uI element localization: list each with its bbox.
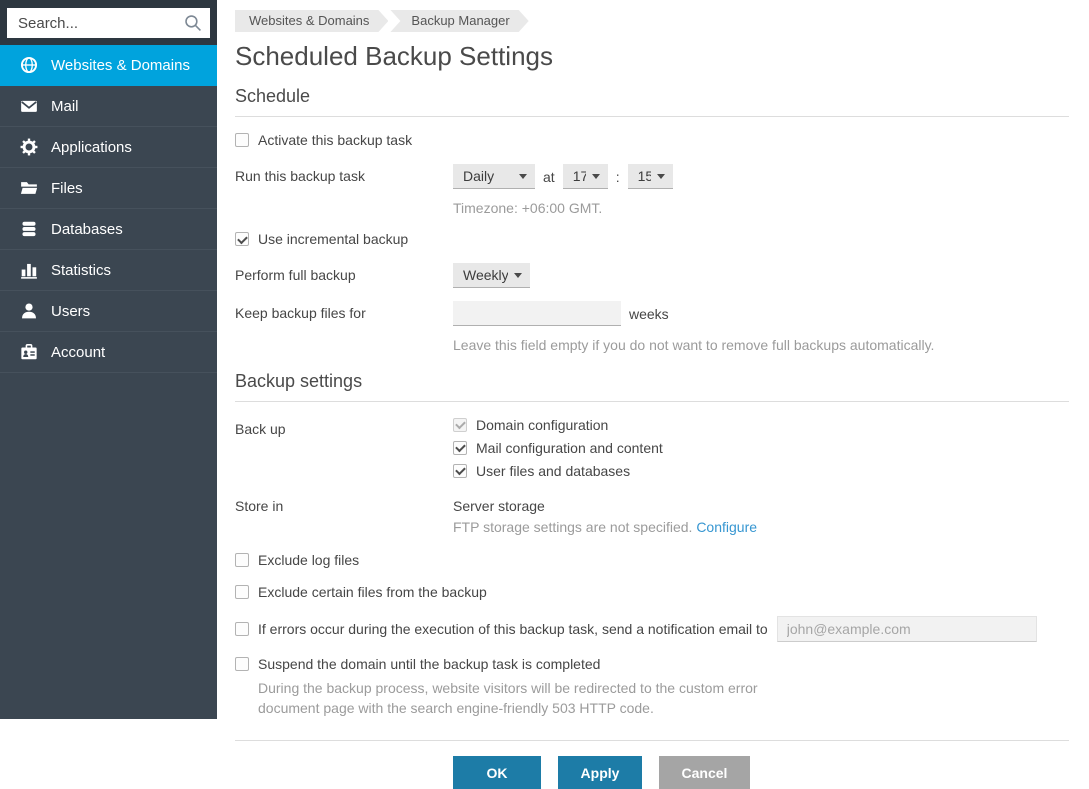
- keep-backups-row: Keep backup files for weeks Leave this f…: [235, 301, 1069, 355]
- store-in-row: Store in Server storage FTP storage sett…: [235, 494, 1069, 535]
- period-select-wrap: Daily: [453, 164, 535, 189]
- breadcrumb-backup-manager[interactable]: Backup Manager: [390, 10, 528, 32]
- keep-backups-label: Keep backup files for: [235, 305, 366, 322]
- backup-content-row: Back up Domain configuration Mail config…: [235, 417, 1069, 479]
- incremental-backup-label[interactable]: Use incremental backup: [258, 231, 408, 247]
- breadcrumb-websites-domains[interactable]: Websites & Domains: [235, 10, 388, 32]
- exclude-logs-checkbox[interactable]: [235, 552, 249, 567]
- full-backup-label: Perform full backup: [235, 267, 356, 284]
- user-files-label[interactable]: User files and databases: [476, 463, 630, 479]
- section-heading-backup-settings: Backup settings: [235, 371, 1069, 402]
- sidebar-item-mail[interactable]: Mail: [0, 86, 217, 127]
- sidebar-item-label: Mail: [51, 97, 79, 115]
- user-files-row: User files and databases: [453, 463, 663, 479]
- full-backup-row: Perform full backup Weekly: [235, 263, 1069, 289]
- ftp-storage-note: FTP storage settings are not specified.: [453, 518, 693, 535]
- domain-config-checkbox: [453, 417, 467, 432]
- full-backup-select[interactable]: Weekly: [453, 263, 530, 289]
- sidebar-item-databases[interactable]: Databases: [0, 209, 217, 250]
- notify-email-input[interactable]: [776, 615, 1037, 642]
- mail-config-checkbox[interactable]: [453, 440, 467, 455]
- user-icon: [19, 302, 38, 321]
- breadcrumb: Websites & Domains Backup Manager: [235, 10, 1069, 32]
- search-box[interactable]: [7, 8, 210, 38]
- sidebar-item-label: Statistics: [51, 261, 112, 279]
- keep-backups-unit: weeks: [629, 305, 669, 322]
- suspend-domain-row: Suspend the domain until the backup task…: [235, 656, 1069, 672]
- keep-backups-input[interactable]: [453, 301, 621, 327]
- at-label: at: [543, 168, 555, 185]
- action-buttons: OK Apply Cancel: [453, 756, 1069, 789]
- domain-config-label: Domain configuration: [476, 416, 609, 433]
- sidebar-item-label: Websites & Domains: [51, 56, 190, 74]
- suspend-domain-note: During the backup process, website visit…: [258, 679, 758, 716]
- colon-label: :: [615, 168, 620, 185]
- keep-backups-note: Leave this field empty if you do not wan…: [453, 337, 935, 354]
- sidebar-item-label: Files: [51, 179, 83, 197]
- minute-select[interactable]: 15: [627, 164, 673, 189]
- suspend-domain-label[interactable]: Suspend the domain until the backup task…: [258, 656, 600, 672]
- activate-backup-label[interactable]: Activate this backup task: [258, 132, 412, 148]
- incremental-backup-checkbox[interactable]: [235, 232, 249, 247]
- page-title: Scheduled Backup Settings: [235, 41, 553, 71]
- gear-icon: [19, 138, 38, 157]
- sidebar-item-label: Applications: [51, 138, 132, 156]
- store-in-value: Server storage: [453, 497, 545, 514]
- mail-config-label[interactable]: Mail configuration and content: [476, 440, 663, 456]
- mail-config-row: Mail configuration and content: [453, 440, 663, 456]
- incremental-backup-row: Use incremental backup: [235, 231, 1069, 247]
- minute-select-wrap: 15: [627, 164, 673, 189]
- sidebar-search-area: [0, 0, 217, 45]
- backup-content-label: Back up: [235, 420, 286, 437]
- exclude-files-checkbox[interactable]: [235, 584, 249, 599]
- hour-select[interactable]: 17: [562, 164, 608, 189]
- sidebar-item-account[interactable]: Account: [0, 332, 217, 373]
- sidebar-item-label: Account: [51, 343, 106, 361]
- cancel-button[interactable]: Cancel: [659, 756, 750, 789]
- database-icon: [19, 220, 38, 239]
- sidebar-item-statistics[interactable]: Statistics: [0, 250, 217, 291]
- timezone-note: Timezone: +06:00 GMT.: [453, 200, 603, 216]
- sidebar-item-websites-domains[interactable]: Websites & Domains: [0, 45, 217, 86]
- section-heading-schedule: Schedule: [235, 86, 1069, 117]
- configure-link[interactable]: Configure: [696, 519, 757, 535]
- notify-email-checkbox[interactable]: [235, 621, 249, 636]
- notify-email-label[interactable]: If errors occur during the execution of …: [258, 621, 768, 637]
- sidebar-item-label: Databases: [51, 220, 123, 238]
- search-input[interactable]: [7, 8, 184, 38]
- exclude-files-label[interactable]: Exclude certain files from the backup: [258, 584, 487, 600]
- exclude-logs-row: Exclude log files: [235, 552, 1069, 568]
- activate-backup-checkbox[interactable]: [235, 133, 249, 147]
- footer-divider: [235, 740, 1069, 742]
- run-task-label: Run this backup task: [235, 168, 365, 184]
- folder-icon: [19, 179, 38, 198]
- globe-icon: [19, 56, 38, 75]
- notify-email-row: If errors occur during the execution of …: [235, 615, 1069, 642]
- bar-chart-icon: [19, 261, 38, 280]
- full-backup-select-wrap: Weekly: [453, 263, 530, 289]
- main-content: Websites & Domains Backup Manager Schedu…: [217, 0, 1089, 789]
- apply-button[interactable]: Apply: [558, 756, 642, 789]
- mail-icon: [19, 97, 38, 116]
- run-task-row: Run this backup task Daily at 17 : 15 Ti…: [235, 164, 1069, 218]
- suspend-domain-checkbox[interactable]: [235, 656, 249, 671]
- hour-select-wrap: 17: [562, 164, 608, 189]
- domain-config-row: Domain configuration: [453, 417, 663, 433]
- user-files-checkbox[interactable]: [453, 463, 467, 478]
- sidebar: Websites & Domains Mail Applications: [0, 0, 217, 719]
- sidebar-item-label: Users: [51, 302, 91, 320]
- sidebar-item-files[interactable]: Files: [0, 168, 217, 209]
- activate-backup-row: Activate this backup task: [235, 132, 1069, 148]
- ok-button[interactable]: OK: [453, 756, 541, 789]
- sidebar-item-applications[interactable]: Applications: [0, 127, 217, 168]
- store-in-label: Store in: [235, 497, 284, 514]
- period-select[interactable]: Daily: [453, 164, 535, 189]
- id-badge-icon: [19, 343, 38, 362]
- exclude-logs-label[interactable]: Exclude log files: [258, 552, 359, 568]
- sidebar-item-users[interactable]: Users: [0, 291, 217, 332]
- search-icon[interactable]: [184, 14, 202, 32]
- exclude-files-row: Exclude certain files from the backup: [235, 584, 1069, 600]
